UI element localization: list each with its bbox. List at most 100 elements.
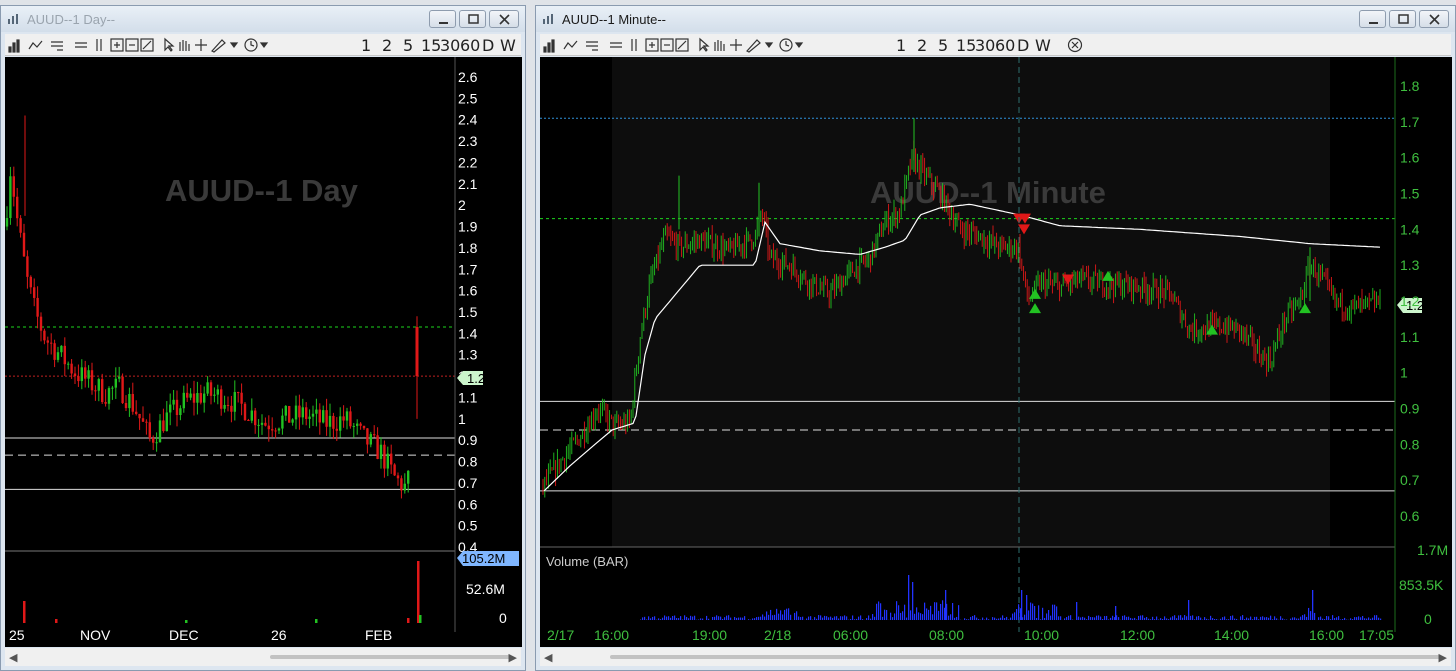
horizontal-scrollbar[interactable]: ◀ ▶ [5,648,521,666]
title-bar[interactable]: AUUD--1 Minute-- [536,6,1455,32]
scroll-right-icon[interactable]: ▶ [509,651,517,664]
timeframe-1[interactable]: 1 [896,36,906,55]
daily-chart-svg[interactable]: AUUD--1 Day 2.6 2.5 2.4 2.3 2.2 2.1 2 1.9 1.8 1.7… [5,57,522,647]
x-tick: 12:00 [1120,627,1155,643]
crosshair-icon[interactable] [730,39,742,51]
y-tick: 1.5 [1400,186,1420,202]
horizontal-scrollbar[interactable]: ◀ ▶ [540,648,1451,666]
volume-bar [700,618,702,620]
candle-body [335,428,338,431]
indicator-icon[interactable] [51,41,63,51]
candle-body [250,410,253,421]
pencil-icon[interactable] [746,39,761,53]
horizontal-line-icon[interactable] [610,42,622,48]
timeframe-60[interactable]: 60 [460,36,480,55]
volume-bar [820,615,822,620]
volume-bar [1258,619,1260,620]
zoom-out-icon[interactable] [660,38,674,52]
candle-body [26,256,29,277]
timeframe-15[interactable]: 15 [956,36,976,55]
scroll-left-icon[interactable]: ◀ [9,651,17,664]
volume-tick: 853.5K [1399,577,1444,593]
clock-icon[interactable] [779,38,793,52]
volume-bar [840,616,842,620]
candle-body [101,379,104,403]
hand-icon[interactable] [179,40,190,51]
volume-bar [1156,616,1158,620]
candle-body [220,389,223,409]
vertical-line-icon[interactable] [96,39,102,51]
clock-icon[interactable] [244,38,258,52]
volume-bar [1050,615,1052,620]
volume-bar [810,616,812,620]
vertical-line-icon[interactable] [631,39,637,51]
hand-icon[interactable] [714,40,725,51]
line-chart-icon[interactable] [28,40,43,50]
timeframe-5[interactable]: 5 [938,36,948,55]
dropdown-arrow-icon[interactable] [764,42,774,48]
minimize-button[interactable] [429,10,456,28]
volume-bar [1326,615,1328,620]
zoom-reset-icon[interactable] [140,38,154,52]
scroll-left-icon[interactable]: ◀ [544,651,552,664]
dropdown-arrow-icon[interactable] [794,42,804,48]
bar-chart-icon[interactable] [8,39,20,53]
close-circle-icon[interactable] [1067,37,1083,53]
line-chart-icon[interactable] [563,40,578,50]
timeframe-5[interactable]: 5 [403,36,413,55]
zoom-in-icon[interactable] [645,38,659,52]
dropdown-arrow-icon[interactable] [259,42,269,48]
zoom-in-icon[interactable] [110,38,124,52]
dropdown-arrow-icon[interactable] [229,42,239,48]
zoom-out-icon[interactable] [125,38,139,52]
volume-bar [1336,617,1338,620]
volume-bar [1210,615,1212,620]
zoom-reset-icon[interactable] [675,38,689,52]
cursor-icon[interactable] [164,37,175,52]
bar-chart-icon[interactable] [543,39,555,53]
volume-bar [1280,616,1282,620]
indicator-icon[interactable] [586,41,598,51]
minute-price-chart[interactable]: AUUD--1 Minute 1.2 1.8 1.7 1.6 1.5 1.4 1.3 1.2… [540,57,1452,647]
cursor-icon[interactable] [699,37,710,52]
scroll-thumb[interactable] [270,655,510,659]
candle-body [186,392,189,398]
timeframe-1[interactable]: 1 [361,36,371,55]
minute-chart-svg[interactable]: AUUD--1 Minute 1.2 1.8 1.7 1.6 1.5 1.4 1.3 1.2… [540,57,1452,647]
scroll-right-icon[interactable]: ▶ [1439,651,1447,664]
volume-bar [1096,615,1098,620]
daily-price-chart[interactable]: AUUD--1 Day 2.6 2.5 2.4 2.3 2.2 2.1 2 1.9 1.8 1.7… [5,57,522,647]
candle-body [189,393,192,398]
timeframe-day[interactable]: D [1017,36,1029,55]
close-button[interactable] [489,10,519,28]
timeframe-day[interactable]: D [482,36,494,55]
close-button[interactable] [1419,10,1449,28]
svg-text:105.2M: 105.2M [462,551,505,566]
pencil-icon[interactable] [211,39,226,53]
candle-body [135,411,138,414]
volume-bar [862,619,864,620]
volume-bar [686,616,688,620]
title-bar[interactable]: AUUD--1 Day-- [1,6,525,32]
timeframe-60[interactable]: 60 [995,36,1015,55]
candle-body [390,453,393,465]
volume-bar [986,617,988,620]
timeframe-30[interactable]: 30 [975,36,995,55]
maximize-button[interactable] [459,10,486,28]
volume-bar [1170,617,1172,620]
scroll-thumb[interactable] [610,655,1440,659]
timeframe-2[interactable]: 2 [917,36,927,55]
timeframe-2[interactable]: 2 [382,36,392,55]
timeframe-30[interactable]: 30 [440,36,460,55]
minimize-button[interactable] [1359,10,1386,28]
volume-bar [668,616,670,620]
timeframe-week[interactable]: W [500,36,516,55]
crosshair-icon[interactable] [195,39,207,51]
volume-pane-title: Volume (BAR) [546,554,628,569]
timeframe-week[interactable]: W [1035,36,1051,55]
volume-bar [642,617,644,620]
volume-bar [818,615,820,620]
maximize-button[interactable] [1389,10,1416,28]
horizontal-line-icon[interactable] [75,42,87,48]
timeframe-15[interactable]: 15 [421,36,441,55]
